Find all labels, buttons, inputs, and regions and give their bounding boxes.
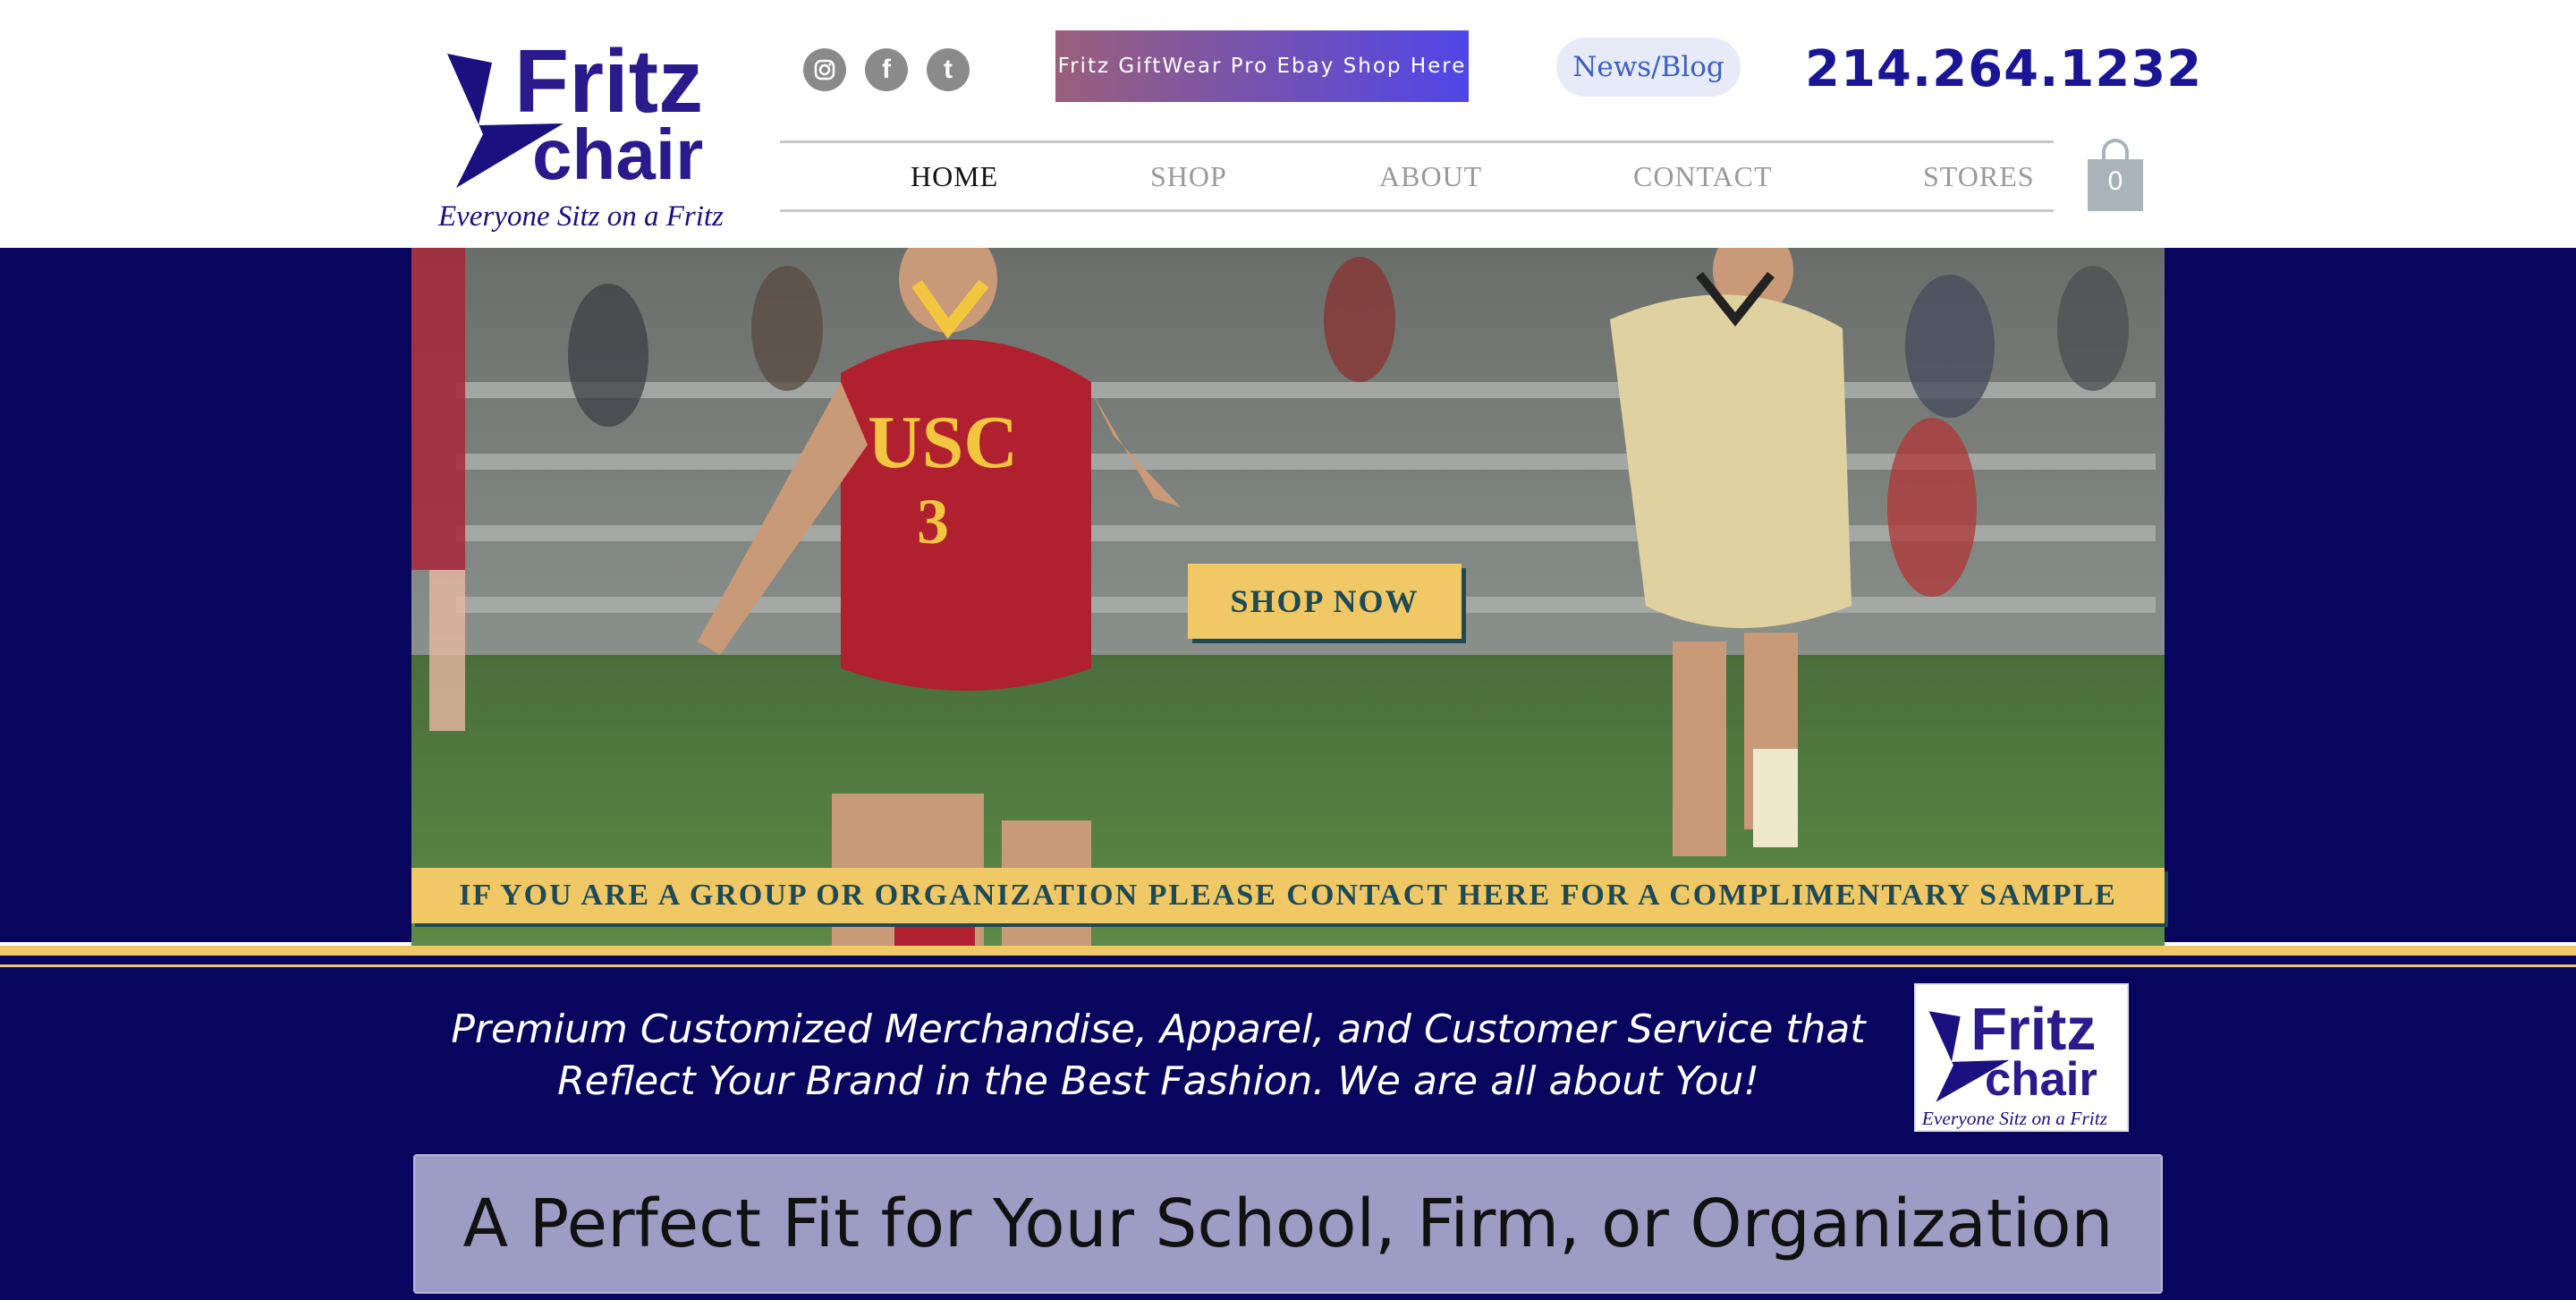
gold-divider <box>0 946 2576 956</box>
cart-button[interactable]: 0 <box>2084 136 2147 213</box>
brand-tagline: Premium Customized Merchandise, Apparel,… <box>447 1004 1869 1108</box>
instagram-icon[interactable] <box>803 48 846 91</box>
site-header: Fritz chair Everyone Sitz on a Fritz f t… <box>0 0 2576 248</box>
nav-contact[interactable]: CONTACT <box>1633 143 1773 209</box>
nav-shop[interactable]: SHOP <box>1150 143 1227 209</box>
logo-word-2: chair <box>532 115 703 194</box>
main-nav: HOME SHOP ABOUT CONTACT STORES <box>780 140 2054 212</box>
small-logo-slogan: Everyone Sitz on a Fritz <box>1921 1108 2108 1129</box>
nav-home[interactable]: HOME <box>911 143 998 209</box>
facebook-icon[interactable]: f <box>865 48 908 91</box>
phone-number[interactable]: 214.264.1232 <box>1805 36 2201 104</box>
small-logo-graphic: Fritz chair Everyone Sitz on a Fritz <box>1921 997 2108 1129</box>
fritz-chair-logo-small: Fritz chair Everyone Sitz on a Fritz <box>1914 983 2129 1132</box>
thin-gold-divider <box>0 964 2576 967</box>
tagline-line-1: Premium Customized Merchandise, Apparel,… <box>451 1007 1866 1052</box>
ebay-shop-button[interactable]: Fritz GiftWear Pro Ebay Shop Here <box>1055 30 1469 102</box>
shop-now-button[interactable]: SHOP NOW <box>1188 564 1462 639</box>
logo-graphic: Fritz chair Everyone Sitz on a Fritz <box>437 31 724 233</box>
nav-stores[interactable]: STORES <box>1923 143 2035 209</box>
logo-slogan: Everyone Sitz on a Fritz <box>437 200 724 233</box>
complimentary-sample-banner[interactable]: IF YOU ARE A GROUP OR ORGANIZATION PLEAS… <box>411 868 2165 923</box>
jersey-number: 3 <box>917 486 949 557</box>
tagline-line-2: Reflect Your Brand in the Best Fashion. … <box>557 1058 1759 1104</box>
cart-count: 0 <box>2107 166 2123 196</box>
jersey-text: USC <box>868 401 1018 484</box>
tumblr-icon[interactable]: t <box>927 48 970 91</box>
small-logo-word-2: chair <box>1985 1053 2097 1106</box>
instagram-glyph <box>814 59 835 81</box>
nav-about[interactable]: ABOUT <box>1379 143 1482 209</box>
news-blog-button[interactable]: News/Blog <box>1556 38 1741 97</box>
fritz-chair-logo[interactable]: Fritz chair Everyone Sitz on a Fritz <box>429 18 742 233</box>
perfect-fit-headline: A Perfect Fit for Your School, Firm, or … <box>413 1154 2163 1294</box>
social-links: f t <box>803 48 970 91</box>
